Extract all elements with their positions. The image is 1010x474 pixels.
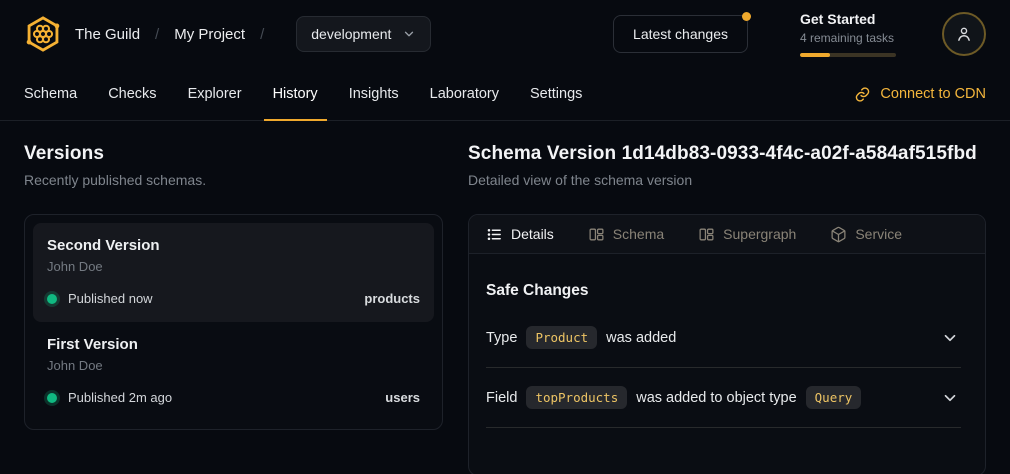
version-author: John Doe (47, 358, 420, 373)
connect-to-cdn-label: Connect to CDN (880, 86, 986, 102)
tab-checks[interactable]: Checks (99, 68, 165, 120)
versions-list: Second Version John Doe Published now pr… (24, 214, 443, 430)
schema-version-title: Schema Version 1d14db83-0933-4f4c-a02f-a… (468, 143, 986, 165)
person-icon (954, 24, 974, 44)
breadcrumb: The Guild / My Project / (75, 26, 279, 43)
list-icon (486, 226, 503, 243)
detail-tab-label: Details (511, 226, 554, 242)
change-text: Type (486, 330, 517, 346)
detail-tab-label: Service (855, 226, 902, 242)
version-service-name: products (364, 291, 420, 306)
change-code-badge: Query (806, 386, 862, 409)
versions-panel: Versions Recently published schemas. Sec… (24, 143, 443, 474)
detail-tab-label: Supergraph (723, 226, 796, 242)
get-started-widget[interactable]: Get Started 4 remaining tasks (800, 11, 896, 57)
versions-title: Versions (24, 143, 443, 165)
get-started-title: Get Started (800, 11, 896, 28)
tab-settings[interactable]: Settings (521, 68, 591, 120)
detail-tab-schema[interactable]: Schema (588, 226, 664, 243)
version-service-name: users (385, 390, 420, 405)
get-started-progress-fill (800, 53, 830, 57)
detail-tab-service[interactable]: Service (830, 226, 902, 243)
get-started-subtitle: 4 remaining tasks (800, 31, 896, 45)
published-status-dot (47, 393, 57, 403)
change-text: was added (606, 330, 676, 346)
tab-laboratory[interactable]: Laboratory (421, 68, 508, 120)
version-list-item[interactable]: First Version John Doe Published 2m ago … (33, 322, 434, 421)
chevron-down-icon (941, 329, 959, 347)
user-avatar[interactable] (942, 12, 986, 56)
change-row-field-added[interactable]: Field topProducts was added to object ty… (486, 368, 961, 428)
detail-panel: Details Schema Super (468, 214, 986, 474)
version-name: First Version (47, 336, 420, 353)
latest-changes-label: Latest changes (633, 26, 728, 42)
schema-version-detail: Schema Version 1d14db83-0933-4f4c-a02f-a… (468, 143, 986, 474)
detail-tab-bar: Details Schema Super (469, 215, 985, 254)
target-selector-dropdown[interactable]: development (296, 16, 431, 52)
version-list-item[interactable]: Second Version John Doe Published now pr… (33, 223, 434, 322)
link-icon (854, 86, 871, 103)
target-selector-value: development (311, 26, 391, 42)
detail-tab-supergraph[interactable]: Supergraph (698, 226, 796, 243)
version-status: Published now (68, 291, 153, 306)
change-text: was added to object type (636, 390, 796, 406)
hive-logo-icon[interactable] (24, 15, 62, 53)
version-name: Second Version (47, 237, 420, 254)
latest-changes-button[interactable]: Latest changes (613, 15, 748, 53)
header-right-cluster: Latest changes Get Started 4 remaining t… (613, 11, 986, 57)
detail-panel-body: Safe Changes Type Product was added Fiel… (469, 254, 985, 428)
detail-tab-label: Schema (613, 226, 664, 242)
tab-history[interactable]: History (264, 68, 327, 120)
get-started-progress-track (800, 53, 896, 57)
primary-tab-bar: Schema Checks Explorer History Insights … (0, 68, 1010, 121)
breadcrumb-separator: / (155, 26, 159, 43)
chevron-down-icon (941, 389, 959, 407)
columns-layout-icon (588, 226, 605, 243)
detail-tab-details[interactable]: Details (486, 226, 554, 243)
change-row-type-added[interactable]: Type Product was added (486, 308, 961, 368)
breadcrumb-org[interactable]: The Guild (75, 26, 140, 43)
version-status: Published 2m ago (68, 390, 172, 405)
chevron-down-icon (402, 27, 416, 41)
cube-icon (830, 226, 847, 243)
safe-changes-heading: Safe Changes (486, 282, 961, 300)
connect-to-cdn-link[interactable]: Connect to CDN (845, 68, 995, 120)
change-text: Field (486, 390, 517, 406)
breadcrumb-separator: / (260, 26, 264, 43)
change-code-badge: topProducts (526, 386, 627, 409)
published-status-dot (47, 294, 57, 304)
schema-version-subtitle: Detailed view of the schema version (468, 172, 986, 188)
tab-explorer[interactable]: Explorer (179, 68, 251, 120)
tab-insights[interactable]: Insights (340, 68, 408, 120)
version-meta-row: Published now products (47, 291, 420, 306)
change-code-badge: Product (526, 326, 597, 349)
versions-subtitle: Recently published schemas. (24, 172, 443, 188)
version-author: John Doe (47, 259, 420, 274)
main-content: Versions Recently published schemas. Sec… (0, 121, 1010, 474)
tab-schema[interactable]: Schema (15, 68, 86, 120)
notification-dot (742, 12, 751, 21)
version-meta-row: Published 2m ago users (47, 390, 420, 405)
columns-layout-icon (698, 226, 715, 243)
top-bar: The Guild / My Project / development Lat… (0, 0, 1010, 68)
breadcrumb-project[interactable]: My Project (174, 26, 245, 43)
